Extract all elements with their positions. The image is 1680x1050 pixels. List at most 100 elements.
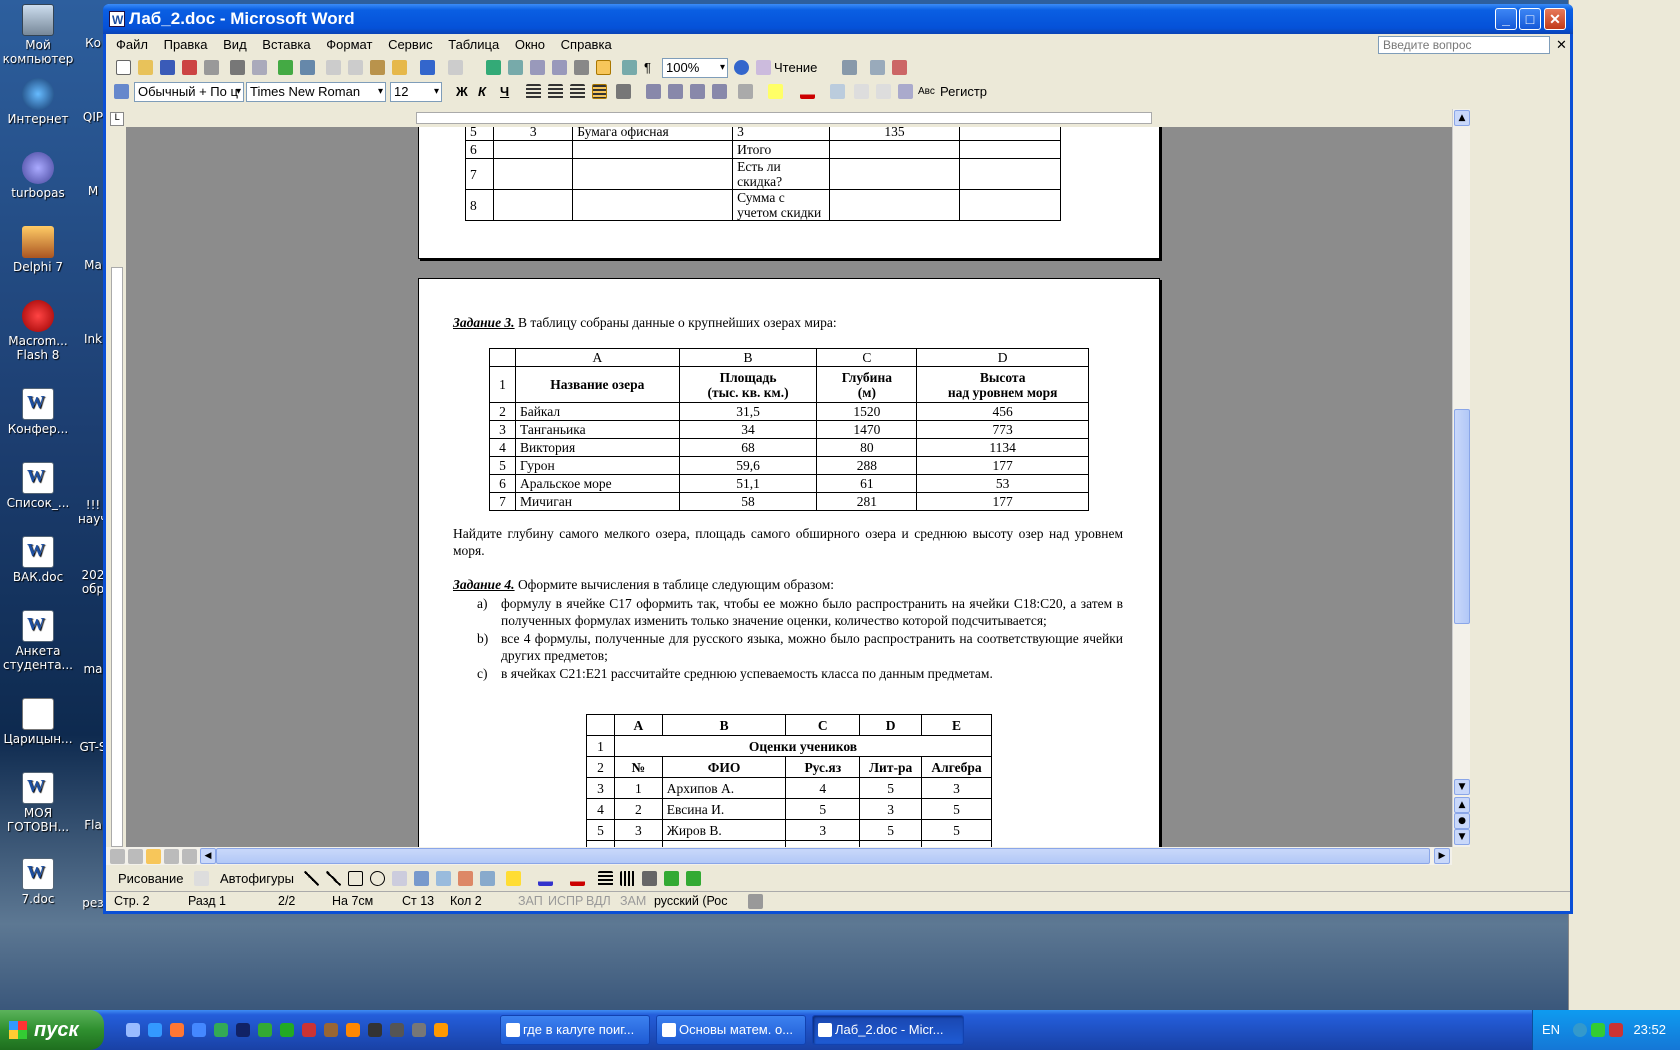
subscript-icon[interactable] bbox=[876, 84, 891, 99]
table-cell[interactable] bbox=[572, 140, 734, 159]
table-cell[interactable]: 5 bbox=[921, 798, 992, 820]
desktop-icon-flash[interactable]: Macrom... Flash 8 bbox=[0, 300, 76, 362]
photoshop-icon[interactable] bbox=[236, 1023, 250, 1037]
desktop-icon-delphi[interactable]: Delphi 7 bbox=[0, 226, 76, 274]
status-track[interactable]: ИСПР bbox=[548, 892, 583, 911]
table-cell[interactable]: 5 bbox=[921, 819, 992, 841]
menu-help[interactable]: Справка bbox=[561, 37, 612, 52]
save-icon[interactable] bbox=[160, 60, 175, 75]
font-select[interactable]: Times New Roman bbox=[246, 82, 386, 102]
highlight-icon[interactable] bbox=[768, 84, 783, 99]
menu-view[interactable]: Вид bbox=[223, 37, 247, 52]
equation-icon[interactable] bbox=[830, 84, 845, 99]
title-bar[interactable]: Лаб_2.doc - Microsoft Word _ □ ✕ bbox=[103, 4, 1573, 35]
table-cell[interactable]: 3 bbox=[493, 127, 574, 141]
permission-icon[interactable] bbox=[182, 60, 197, 75]
outline-view-icon[interactable] bbox=[164, 849, 179, 864]
desktop-icon-doc-moya[interactable]: МОЯ ГОТОВН... bbox=[0, 772, 76, 834]
table-cell[interactable]: 135 bbox=[829, 127, 960, 141]
table-cell[interactable] bbox=[958, 189, 1062, 221]
table-cell[interactable]: 6 bbox=[489, 474, 516, 493]
table-cell[interactable]: Сумма с учетом скидки bbox=[732, 189, 831, 221]
clipart-icon[interactable] bbox=[458, 871, 473, 886]
line-icon[interactable] bbox=[304, 871, 319, 886]
table-cell[interactable]: 7 bbox=[464, 158, 495, 190]
table-title-cell[interactable]: Оценки учеников bbox=[613, 735, 993, 757]
menu-file[interactable]: Файл bbox=[116, 37, 148, 52]
firefox-icon[interactable] bbox=[170, 1023, 184, 1037]
table-cell[interactable]: 177 bbox=[916, 456, 1089, 475]
open-folder-icon[interactable] bbox=[138, 60, 153, 75]
header-cell[interactable]: Лит-ра bbox=[859, 756, 923, 778]
menu-table[interactable]: Таблица bbox=[448, 37, 499, 52]
prev-page-button[interactable]: ▲ bbox=[1454, 797, 1470, 813]
select-objects-icon[interactable] bbox=[194, 871, 209, 886]
table-cell[interactable]: 2 bbox=[613, 798, 663, 820]
tray-antivirus-icon[interactable] bbox=[1609, 1023, 1623, 1037]
table-cell[interactable]: 3 bbox=[613, 819, 663, 841]
zoom-select[interactable]: 100% bbox=[662, 58, 728, 78]
italic-button[interactable]: К bbox=[478, 83, 486, 101]
table-cell[interactable]: Бумага офисная bbox=[572, 127, 734, 141]
table-cell[interactable]: 53 bbox=[916, 474, 1089, 493]
shadow-icon[interactable] bbox=[664, 871, 679, 886]
header-cell[interactable]: Глубина (м) bbox=[816, 366, 918, 403]
increase-indent-icon[interactable] bbox=[712, 84, 727, 99]
columns-icon[interactable] bbox=[574, 60, 589, 75]
spelling-status-icon[interactable] bbox=[748, 894, 763, 909]
tables-borders-icon[interactable] bbox=[508, 60, 523, 75]
textbox-icon[interactable] bbox=[392, 871, 407, 886]
normal-view-icon[interactable] bbox=[110, 849, 125, 864]
header-cell[interactable]: 2 bbox=[586, 756, 615, 778]
table-cell[interactable]: 3 bbox=[586, 777, 615, 799]
table-cell[interactable]: 3 bbox=[732, 127, 831, 141]
desktop-icon-doc-konfer[interactable]: Конфер... bbox=[0, 388, 76, 436]
document-map-icon[interactable] bbox=[622, 60, 637, 75]
help-icon[interactable] bbox=[734, 60, 749, 75]
fill-color-icon[interactable] bbox=[506, 871, 521, 886]
picture-icon[interactable] bbox=[480, 871, 495, 886]
table-cell[interactable]: Байкал bbox=[514, 402, 680, 421]
desktop-icon-my-computer[interactable]: Мой компьютер bbox=[0, 4, 76, 66]
table-cell[interactable]: 4 bbox=[785, 777, 861, 799]
table-cell[interactable]: 3 bbox=[785, 819, 861, 841]
menu-edit[interactable]: Правка bbox=[164, 37, 208, 52]
header-cell[interactable]: Площадь (тыс. кв. км.) bbox=[678, 366, 818, 403]
desktop-icon-doc-anketa[interactable]: Анкета студента... bbox=[0, 610, 76, 672]
menu-window[interactable]: Окно bbox=[515, 37, 545, 52]
table-cell[interactable]: 3 bbox=[489, 420, 516, 439]
scroll-left-button[interactable]: ◀ bbox=[200, 848, 216, 864]
autoshapes-button[interactable]: Автофигуры bbox=[220, 870, 294, 888]
table-cell[interactable]: 4 bbox=[586, 798, 615, 820]
justify-icon[interactable] bbox=[592, 84, 607, 99]
table-cell[interactable]: 3 bbox=[921, 777, 992, 799]
close-document-button[interactable]: ✕ bbox=[1556, 34, 1567, 56]
quicklaunch-icon[interactable] bbox=[280, 1023, 294, 1037]
table-cell[interactable]: Танганьика bbox=[514, 420, 680, 439]
arrow-icon[interactable] bbox=[326, 871, 341, 886]
bold-button[interactable]: Ж bbox=[456, 83, 468, 101]
print-preview-icon[interactable] bbox=[252, 60, 267, 75]
desktop-icon-internet[interactable]: Интернет bbox=[0, 78, 76, 126]
maximize-button[interactable]: □ bbox=[1519, 8, 1541, 30]
table-cell[interactable]: 59,6 bbox=[678, 456, 818, 475]
email-icon[interactable] bbox=[204, 60, 219, 75]
style-select[interactable]: Обычный + По ц bbox=[134, 82, 244, 102]
table-cell[interactable]: 58 bbox=[678, 492, 818, 511]
print-layout-icon[interactable] bbox=[146, 849, 161, 864]
table-cell[interactable]: 5 bbox=[489, 456, 516, 475]
diagram-icon[interactable] bbox=[436, 871, 451, 886]
table-cell[interactable]: 281 bbox=[816, 492, 918, 511]
table-cell[interactable]: 773 bbox=[916, 420, 1089, 439]
dash-style-icon[interactable] bbox=[620, 871, 635, 886]
table-cell[interactable]: Аральское море bbox=[514, 474, 680, 493]
header-cell[interactable]: Рус.яз bbox=[785, 756, 861, 778]
reading-view-icon[interactable] bbox=[182, 849, 197, 864]
3d-icon[interactable] bbox=[686, 871, 701, 886]
superscript-icon[interactable] bbox=[854, 84, 869, 99]
table-cell[interactable] bbox=[493, 189, 574, 221]
hyperlink-icon[interactable] bbox=[486, 60, 501, 75]
browse-object-button[interactable]: ● bbox=[1454, 813, 1470, 829]
table-cell[interactable]: 1470 bbox=[816, 420, 918, 439]
chrome-icon[interactable] bbox=[192, 1023, 206, 1037]
